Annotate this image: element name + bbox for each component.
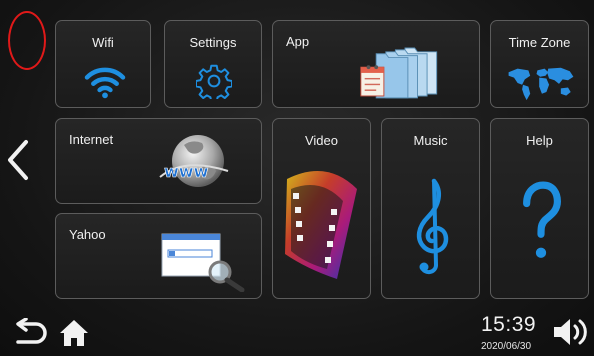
- tile-music[interactable]: Music: [381, 118, 480, 299]
- volume-icon[interactable]: [552, 316, 590, 348]
- wifi-icon: [84, 67, 126, 99]
- chevron-left-icon[interactable]: [4, 136, 34, 184]
- tile-settings-label: Settings: [189, 35, 237, 50]
- home-icon[interactable]: [58, 318, 90, 348]
- world-map-icon: [508, 67, 574, 101]
- www-globe-icon: www: [159, 135, 229, 187]
- svg-text:www: www: [164, 162, 209, 181]
- tile-app-label: App: [286, 34, 310, 49]
- tile-wifi[interactable]: Wifi: [55, 20, 151, 108]
- question-mark-icon: [523, 181, 561, 258]
- browser-search-icon: [161, 233, 245, 292]
- tile-yahoo[interactable]: Yahoo: [55, 213, 262, 299]
- tile-help-label: Help: [526, 133, 553, 148]
- tile-timezone-label: Time Zone: [508, 35, 571, 50]
- tile-wifi-label: Wifi: [92, 35, 114, 50]
- tile-settings[interactable]: Settings: [164, 20, 262, 108]
- annotation-circle: [8, 11, 46, 70]
- tile-video[interactable]: Video: [272, 118, 371, 299]
- clock-date: 2020/06/30: [481, 341, 532, 352]
- gear-icon: [196, 64, 232, 99]
- tile-internet[interactable]: Internet www: [55, 118, 262, 204]
- tile-music-label: Music: [413, 133, 448, 148]
- tile-internet-label: Internet: [69, 132, 114, 147]
- tile-app[interactable]: App: [272, 20, 480, 108]
- back-arrow-icon[interactable]: [12, 318, 48, 348]
- launcher-screen: Wifi Settings App Time Zone Internet www…: [0, 0, 594, 356]
- tile-timezone[interactable]: Time Zone: [490, 20, 589, 108]
- film-reel-icon: [285, 171, 357, 279]
- treble-clef-icon: [416, 178, 449, 274]
- folder-stack-icon: [360, 47, 438, 99]
- clock-time: 15:39: [481, 313, 537, 336]
- tile-video-label: Video: [304, 133, 338, 148]
- tile-help[interactable]: Help: [490, 118, 589, 299]
- tile-yahoo-label: Yahoo: [69, 227, 106, 242]
